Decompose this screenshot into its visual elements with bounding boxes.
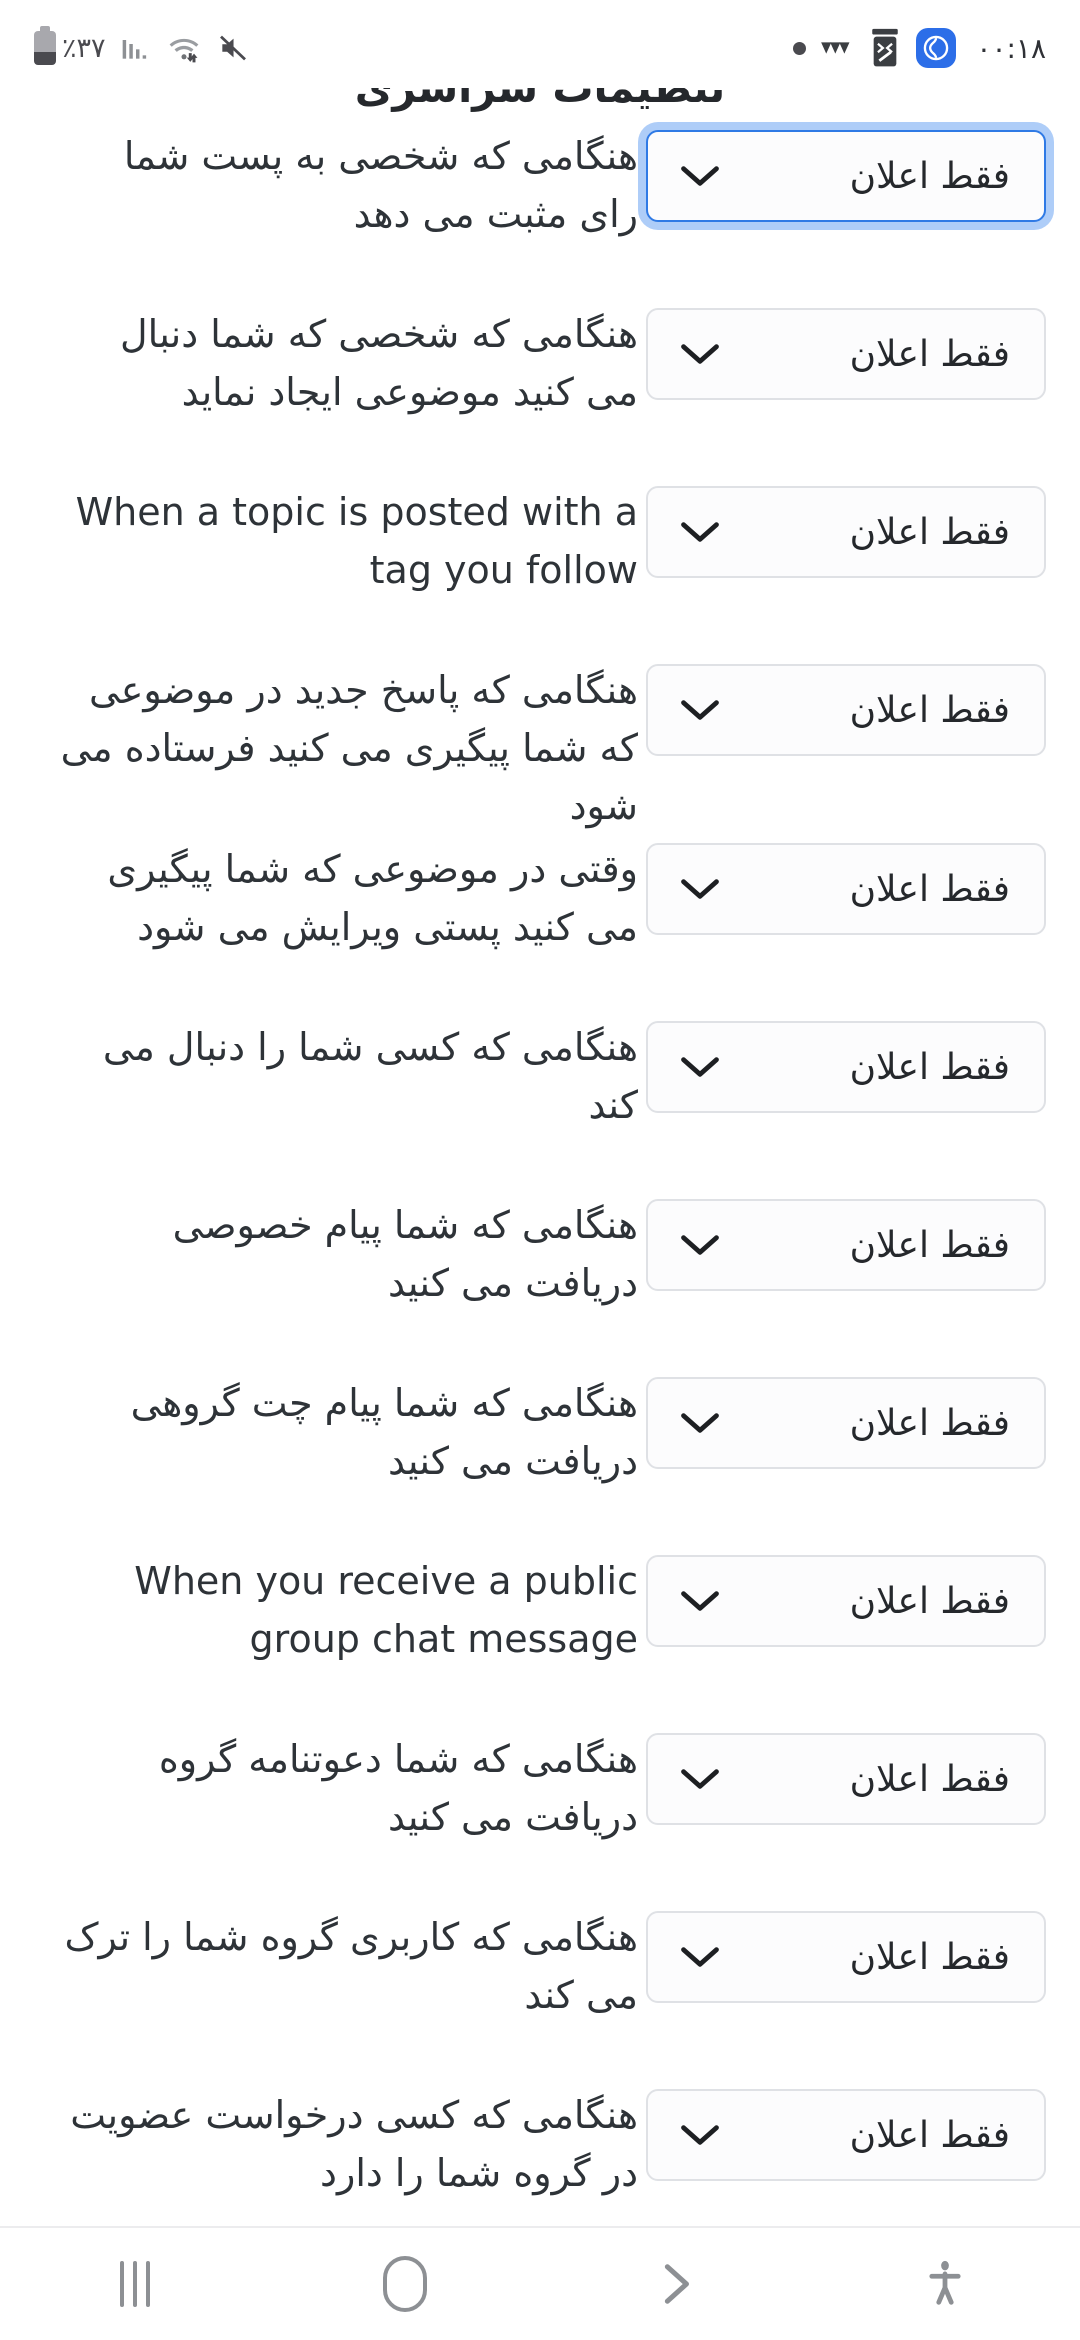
- chevron-down-icon: [678, 1764, 722, 1794]
- accessibility-icon: [923, 2256, 967, 2312]
- setting-row-label: هنگامی که کاربری گروه شما را ترک می کند: [64, 1915, 638, 2017]
- chevron-down-icon: [678, 2120, 722, 2150]
- notification-settings-list[interactable]: فقط اعلان هنگامی که شخصی به پست شما رای م…: [0, 122, 1080, 2228]
- volume-mute-icon: [216, 32, 250, 64]
- recording-dot-icon: [793, 41, 807, 55]
- back-chevron-icon: [652, 2256, 698, 2312]
- chevron-down-icon: [678, 1408, 722, 1438]
- home-button[interactable]: [270, 2228, 540, 2340]
- setting-row: فقط اعلان هنگامی که کسی شما را دنبال می ک…: [0, 1013, 1080, 1191]
- notification-level-select[interactable]: فقط اعلان: [646, 843, 1046, 936]
- chevron-down-icon: [678, 1230, 722, 1260]
- notification-level-value: فقط اعلان: [849, 511, 1010, 553]
- notification-level-select[interactable]: فقط اعلان: [646, 664, 1046, 756]
- chevron-down-icon: [678, 695, 722, 725]
- battery-percent-label: ٪٣٧: [62, 32, 106, 64]
- chevron-down-icon: [678, 874, 722, 904]
- notification-level-value: فقط اعلان: [849, 1046, 1010, 1088]
- notification-level-value: فقط اعلان: [849, 1758, 1010, 1800]
- notification-level-select[interactable]: فقط اعلان: [646, 1911, 1046, 2004]
- setting-row: فقط اعلان When you receive a public group…: [0, 1547, 1080, 1725]
- setting-row: فقط اعلان هنگامی که کسی درخواست عضویت در …: [0, 2081, 1080, 2228]
- setting-row: فقط اعلان هنگامی که شما پیام چت گروهی دری…: [0, 1369, 1080, 1547]
- battery-icon: [34, 26, 56, 65]
- status-bar-clock: ٠٠:١٨: [976, 31, 1046, 65]
- notification-level-select[interactable]: فقط اعلان: [646, 1199, 1046, 1292]
- status-bar-right: ٠٠:١٨: [793, 28, 1046, 68]
- setting-row-label: وقتی در موضوعی که شما پیگیری می کنید پست…: [107, 847, 638, 949]
- setting-row-label: هنگامی که شما دعوتنامه گروه دریافت می کن…: [158, 1737, 638, 1839]
- android-navigation-bar: [0, 2226, 1080, 2340]
- notification-level-select[interactable]: فقط اعلان: [646, 1733, 1046, 1826]
- recent-apps-button[interactable]: [0, 2228, 270, 2340]
- home-icon: [383, 2256, 427, 2312]
- notification-level-value: فقط اعلان: [849, 1936, 1010, 1978]
- status-bar: ٪٣٧ ٠٠:١٨: [0, 0, 1080, 96]
- notification-level-value: فقط اعلان: [849, 2114, 1010, 2156]
- setting-row-label: هنگامی که شما پیام خصوصی دریافت می کنید: [172, 1203, 638, 1305]
- cellular-signal-icon: [120, 32, 152, 64]
- notification-level-value: فقط اعلان: [849, 689, 1010, 731]
- setting-row: فقط اعلان هنگامی که شخصی به پست شما رای م…: [0, 122, 1080, 300]
- status-bar-left: ٪٣٧: [34, 26, 250, 65]
- chevron-down-icon: [678, 339, 722, 369]
- notification-level-value: فقط اعلان: [849, 333, 1010, 375]
- notification-level-select[interactable]: فقط اعلان: [646, 308, 1046, 400]
- setting-row-label: هنگامی که پاسخ جدید در موضوعی که شما پیگ…: [60, 668, 638, 828]
- setting-row: فقط اعلان هنگامی که پاسخ جدید در موضوعی ک…: [0, 656, 1080, 835]
- setting-row-label: هنگامی که کسی درخواست عضویت در گروه شما …: [70, 2093, 638, 2195]
- recent-apps-icon: [120, 2261, 150, 2307]
- coffee-app-icon: [868, 28, 902, 68]
- vibrate-icon: [820, 37, 854, 59]
- notification-level-value: فقط اعلان: [849, 155, 1010, 197]
- notification-level-select[interactable]: فقط اعلان: [646, 1021, 1046, 1114]
- notification-level-select[interactable]: فقط اعلان: [646, 130, 1046, 222]
- chevron-down-icon: [678, 161, 722, 191]
- setting-row-label: هنگامی که کسی شما را دنبال می کند: [102, 1025, 638, 1127]
- messenger-app-icon: [916, 28, 957, 68]
- setting-row: فقط اعلان When a topic is posted with a t…: [0, 478, 1080, 656]
- notification-level-value: فقط اعلان: [849, 1224, 1010, 1266]
- notification-level-value: فقط اعلان: [849, 1580, 1010, 1622]
- chevron-down-icon: [678, 517, 722, 547]
- chevron-down-icon: [678, 1586, 722, 1616]
- setting-row: فقط اعلان هنگامی که کاربری گروه شما را تر…: [0, 1903, 1080, 2081]
- setting-row: فقط اعلان وقتی در موضوعی که شما پیگیری می…: [0, 835, 1080, 1013]
- notification-level-value: فقط اعلان: [849, 868, 1010, 910]
- battery-group: ٪٣٧: [34, 26, 106, 65]
- back-button[interactable]: [540, 2228, 810, 2340]
- notification-level-select[interactable]: فقط اعلان: [646, 1377, 1046, 1470]
- setting-row-label: When a topic is posted with a tag you fo…: [75, 490, 638, 592]
- accessibility-button[interactable]: [810, 2228, 1080, 2340]
- chevron-down-icon: [678, 1052, 722, 1082]
- setting-row-label: هنگامی که شخصی که شما دنبال می کنید موضو…: [120, 312, 638, 414]
- setting-row-label: When you receive a public group chat mes…: [134, 1559, 638, 1661]
- notification-level-select[interactable]: فقط اعلان: [646, 2089, 1046, 2182]
- setting-row-label: هنگامی که شما پیام چت گروهی دریافت می کن…: [130, 1381, 638, 1483]
- setting-row: فقط اعلان هنگامی که شخصی که شما دنبال می …: [0, 300, 1080, 478]
- notification-level-value: فقط اعلان: [849, 1402, 1010, 1444]
- wifi-icon: [166, 32, 202, 64]
- setting-row: فقط اعلان هنگامی که شما پیام خصوصی دریافت…: [0, 1191, 1080, 1369]
- setting-row-label: هنگامی که شخصی به پست شما رای مثبت می ده…: [123, 134, 638, 236]
- setting-row: فقط اعلان هنگامی که شما دعوتنامه گروه دری…: [0, 1725, 1080, 1903]
- notification-level-select[interactable]: فقط اعلان: [646, 486, 1046, 578]
- chevron-down-icon: [678, 1942, 722, 1972]
- notification-level-select[interactable]: فقط اعلان: [646, 1555, 1046, 1648]
